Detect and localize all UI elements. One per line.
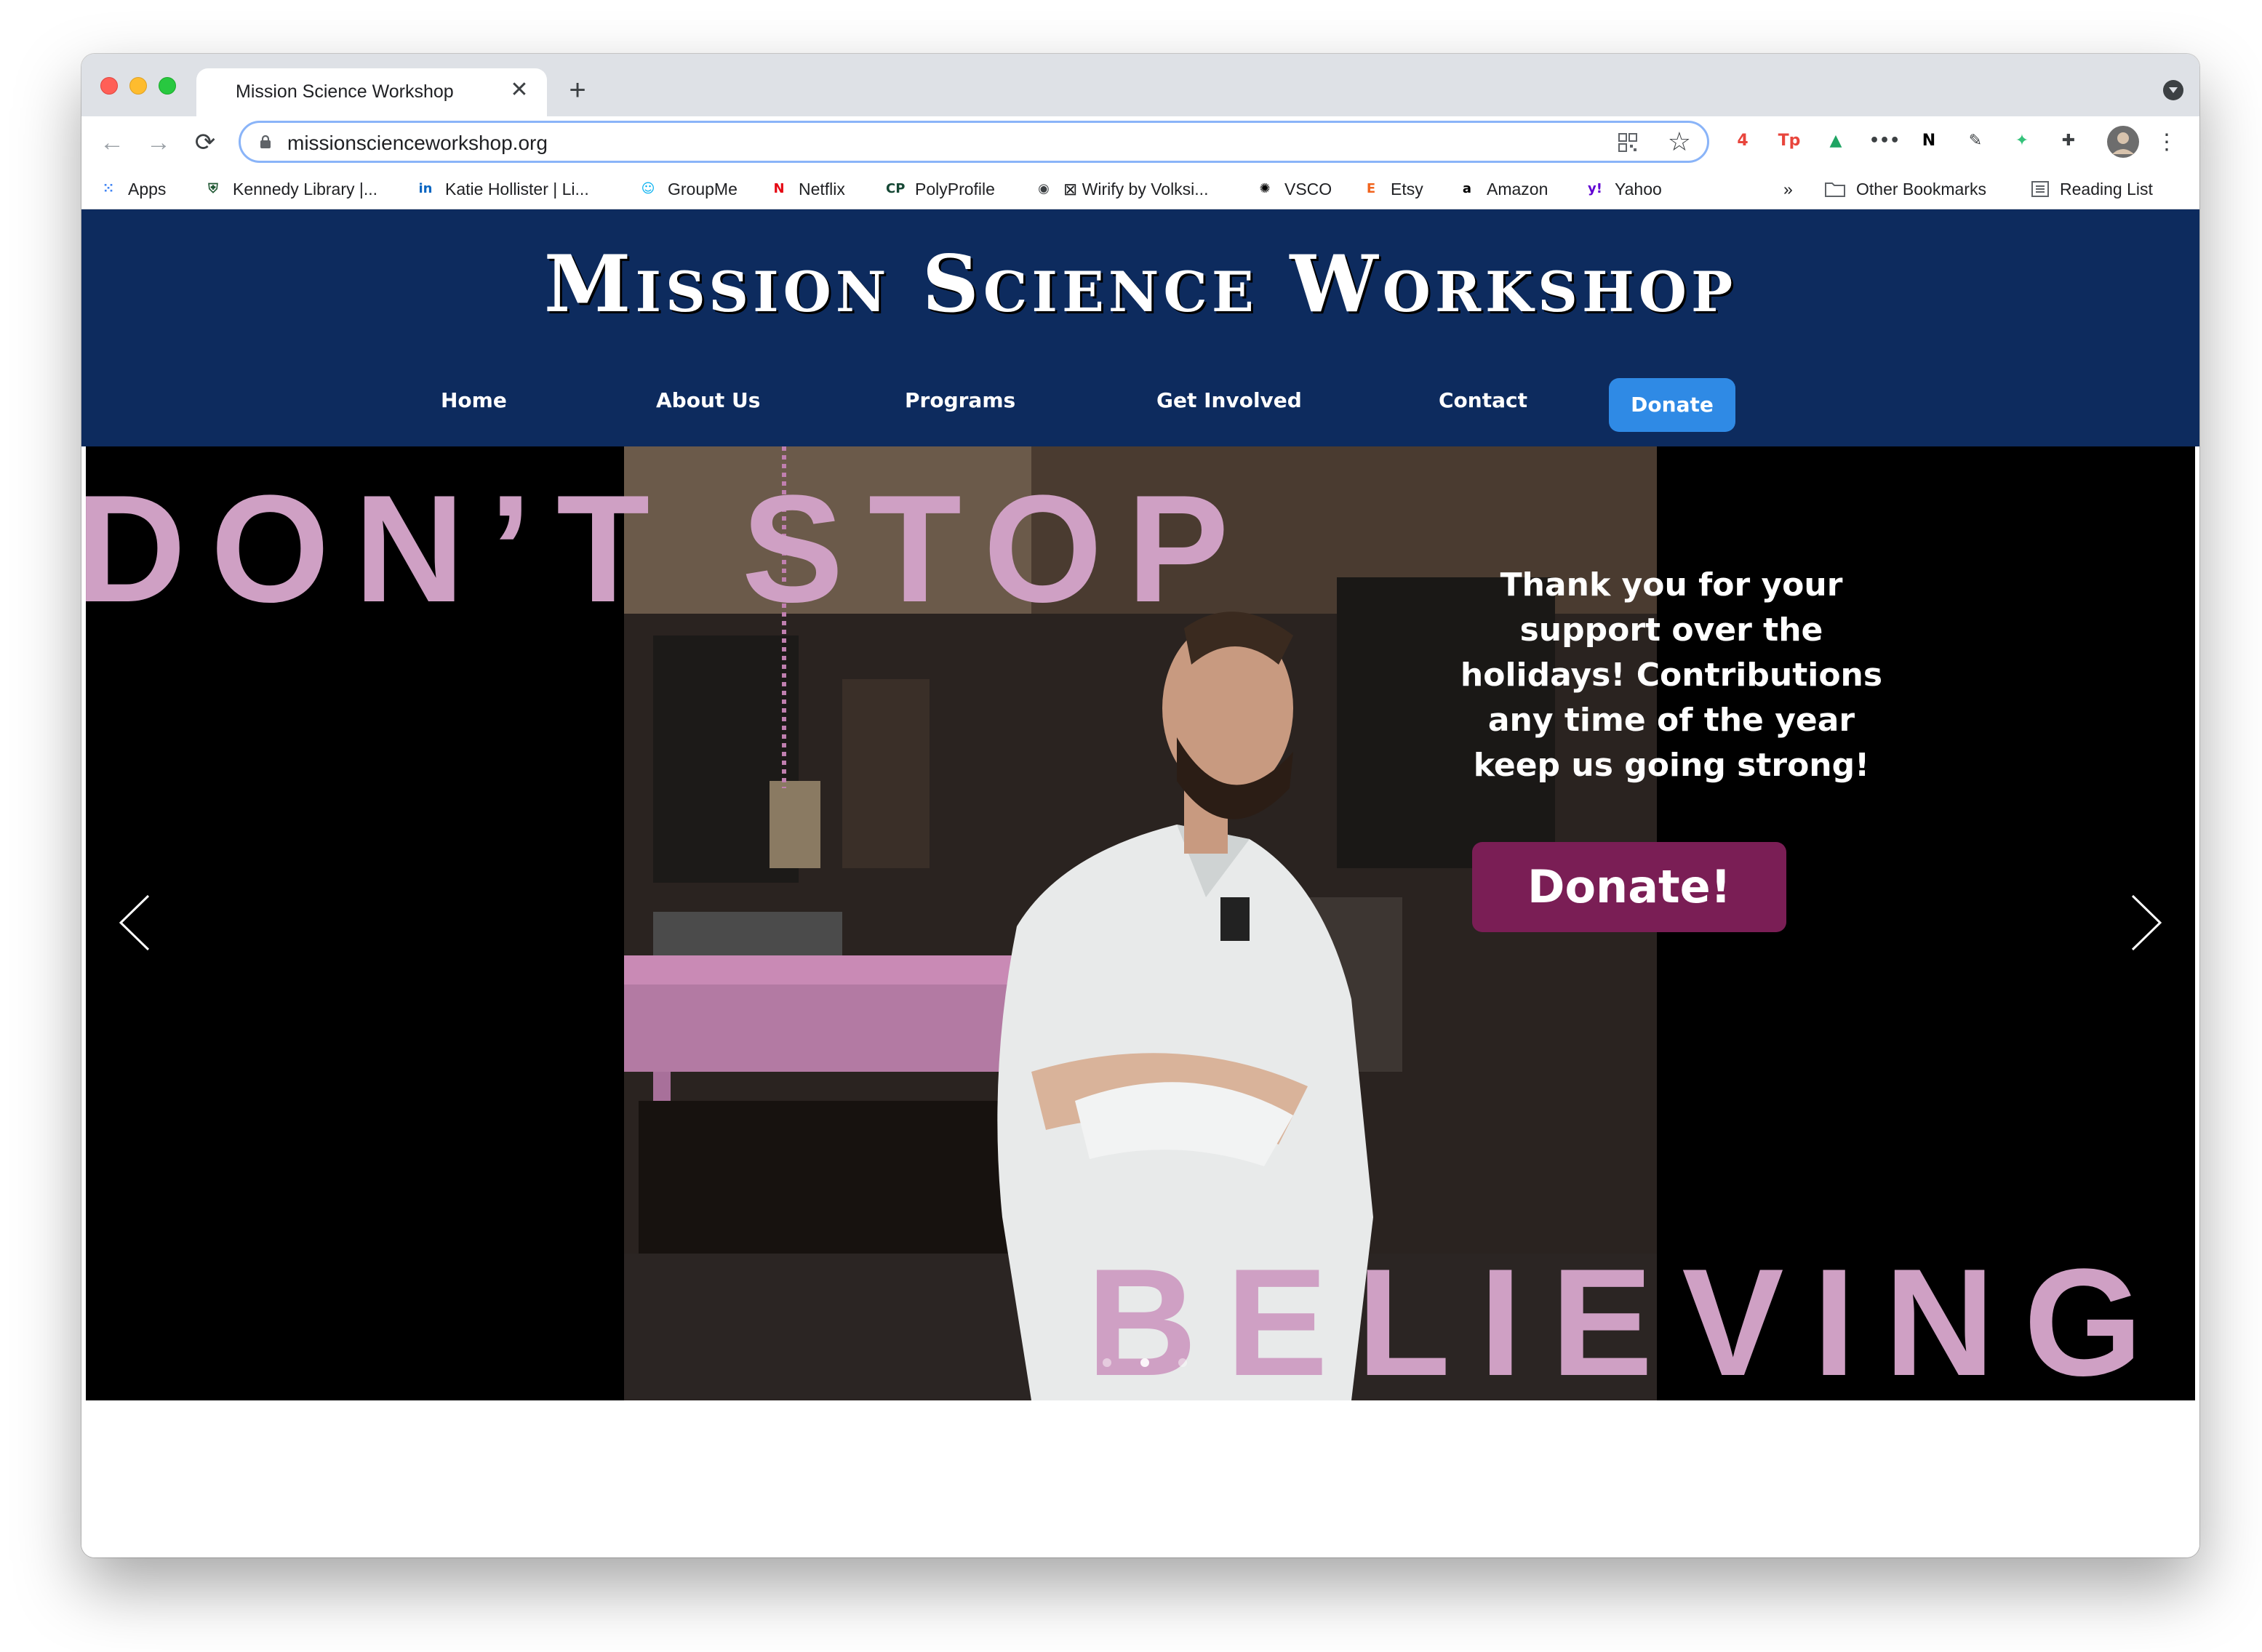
- bookmark-star-icon[interactable]: ☆: [1668, 127, 1691, 156]
- hero-headline-top: DON’T STOP: [86, 463, 1254, 634]
- bookmark-item[interactable]: in Katie Hollister | Li...: [416, 176, 589, 202]
- bookmark-item[interactable]: y! Yahoo: [1586, 176, 1662, 202]
- bookmark-item[interactable]: a Amazon: [1458, 176, 1548, 202]
- bookmark-item[interactable]: CP PolyProfile: [886, 176, 995, 202]
- bookmark-label: Amazon: [1487, 179, 1548, 199]
- site-logo[interactable]: Mission Science Workshop: [81, 238, 2199, 330]
- reading-list-button[interactable]: Reading List: [2031, 176, 2153, 202]
- bookmark-label: Netflix: [799, 179, 845, 199]
- nav-home[interactable]: Home: [441, 388, 507, 412]
- bookmark-label: Katie Hollister | Li...: [445, 179, 589, 199]
- netflix-icon: N: [773, 181, 785, 196]
- linkedin-icon: in: [418, 181, 433, 196]
- bookmark-label: VSCO: [1284, 179, 1332, 199]
- window-minimize-button[interactable]: [129, 77, 147, 95]
- tab-title: Mission Science Workshop: [236, 81, 454, 102]
- bookmark-label: Apps: [128, 179, 167, 199]
- bookmark-label: Kennedy Library |...: [233, 179, 378, 199]
- bookmark-label: Yahoo: [1615, 179, 1662, 199]
- hero-headline-bottom: BELIEVING: [1087, 1237, 2172, 1400]
- tab-strip: Mission Science Workshop ✕ +: [81, 54, 2199, 116]
- nav-programs[interactable]: Programs: [905, 388, 1015, 412]
- ext-drive-icon[interactable]: ▲: [1823, 128, 1849, 154]
- bookmark-label: PolyProfile: [915, 179, 995, 199]
- ext-tp-icon[interactable]: Tp: [1776, 128, 1802, 154]
- ext-dots-icon[interactable]: •••: [1869, 128, 1900, 154]
- bookmark-item[interactable]: ⁙ Apps: [99, 176, 166, 202]
- tab-search-icon[interactable]: [2163, 80, 2183, 100]
- chevron-left-icon[interactable]: [113, 890, 157, 955]
- reload-button[interactable]: ⟳: [188, 125, 223, 160]
- bookmark-label: Etsy: [1391, 179, 1423, 199]
- chevron-right-icon[interactable]: [2124, 890, 2167, 955]
- folder-icon: [1825, 183, 1845, 197]
- cp-icon: CP: [886, 181, 906, 196]
- back-button[interactable]: ←: [95, 125, 129, 160]
- grid-icon: ⁙: [103, 181, 114, 196]
- vsco-icon: ✺: [1259, 181, 1271, 196]
- nav-donate-button[interactable]: Donate: [1609, 378, 1735, 432]
- other-bookmarks-label: Other Bookmarks: [1856, 179, 1986, 199]
- nav-contact[interactable]: Contact: [1439, 388, 1527, 412]
- hero-donate-button[interactable]: Donate!: [1472, 842, 1786, 932]
- hero-slider: DON’T STOP BELIEVING Thank you for your …: [86, 446, 2195, 1400]
- amazon-icon: a: [1462, 181, 1472, 196]
- hero-message: Thank you for your support over the holi…: [1460, 566, 1883, 784]
- profile-avatar[interactable]: [2106, 125, 2140, 159]
- nav-about-us[interactable]: About Us: [656, 388, 760, 412]
- etsy-icon: E: [1366, 181, 1376, 196]
- bookmark-item[interactable]: ⛨ Kennedy Library |...: [204, 176, 377, 202]
- bookmark-label: GroupMe: [668, 179, 738, 199]
- reading-list-label: Reading List: [2060, 179, 2153, 199]
- groupme-icon: ☺: [641, 181, 655, 196]
- bookmark-item[interactable]: N Netflix: [770, 176, 845, 202]
- tab-active[interactable]: Mission Science Workshop ✕: [196, 68, 547, 116]
- lock-icon[interactable]: [260, 135, 271, 148]
- tab-close-icon[interactable]: ✕: [506, 77, 532, 103]
- qr-code-icon[interactable]: [1618, 133, 1637, 152]
- bookmark-item[interactable]: ✺ VSCO: [1255, 176, 1332, 202]
- new-tab-button[interactable]: +: [563, 76, 592, 105]
- ext-red-badge-icon[interactable]: 4: [1730, 128, 1756, 154]
- globe-icon: ◉: [1038, 181, 1050, 196]
- forward-button[interactable]: →: [141, 125, 176, 160]
- url-text[interactable]: missionscienceworkshop.org: [287, 132, 548, 155]
- browser-window: Mission Science Workshop ✕ + ← → ⟳ missi…: [81, 54, 2199, 1557]
- bookmarks-overflow-button[interactable]: »: [1783, 176, 1793, 202]
- nav-get-involved[interactable]: Get Involved: [1156, 388, 1302, 412]
- ext-puzzle-icon[interactable]: ✚: [2055, 128, 2082, 154]
- ext-bird-icon[interactable]: ✦: [2009, 128, 2035, 154]
- yahoo-icon: y!: [1588, 181, 1602, 196]
- site-header: Mission Science Workshop Home About Us P…: [81, 209, 2199, 446]
- window-maximize-button[interactable]: [159, 77, 176, 95]
- slide-dot[interactable]: [1103, 1358, 1111, 1367]
- ext-notion-icon[interactable]: N: [1916, 128, 1942, 154]
- slide-dot[interactable]: [1140, 1358, 1149, 1367]
- bookmark-item[interactable]: E Etsy: [1362, 176, 1423, 202]
- bookmark-item[interactable]: ☺ GroupMe: [639, 176, 738, 202]
- site-nav: Home About Us Programs Get Involved Cont…: [81, 377, 2199, 432]
- bookmarks-bar: ⁙ Apps ⛨ Kennedy Library |... in Katie Hollis…: [81, 169, 2199, 209]
- window-close-button[interactable]: [100, 77, 118, 95]
- other-bookmarks-folder[interactable]: Other Bookmarks: [1824, 176, 1986, 202]
- web-page: Mission Science Workshop Home About Us P…: [81, 209, 2199, 1557]
- shield-icon: ⛨: [208, 181, 218, 196]
- slide-dot[interactable]: [1178, 1358, 1187, 1367]
- bookmark-label: ⊠ Wirify by Volksi...: [1063, 179, 1209, 199]
- bookmark-item[interactable]: ◉ ⊠ Wirify by Volksi...: [1034, 176, 1208, 202]
- ext-eyedropper-icon[interactable]: ✎: [1962, 128, 1989, 154]
- browser-toolbar: ← → ⟳ missionscienceworkshop.org ☆ 4 Tp ▲ •…: [81, 116, 2199, 169]
- address-bar[interactable]: missionscienceworkshop.org ☆: [239, 121, 1709, 163]
- browser-menu-icon[interactable]: ⋮: [2156, 128, 2178, 157]
- reading-list-icon: [2031, 181, 2049, 197]
